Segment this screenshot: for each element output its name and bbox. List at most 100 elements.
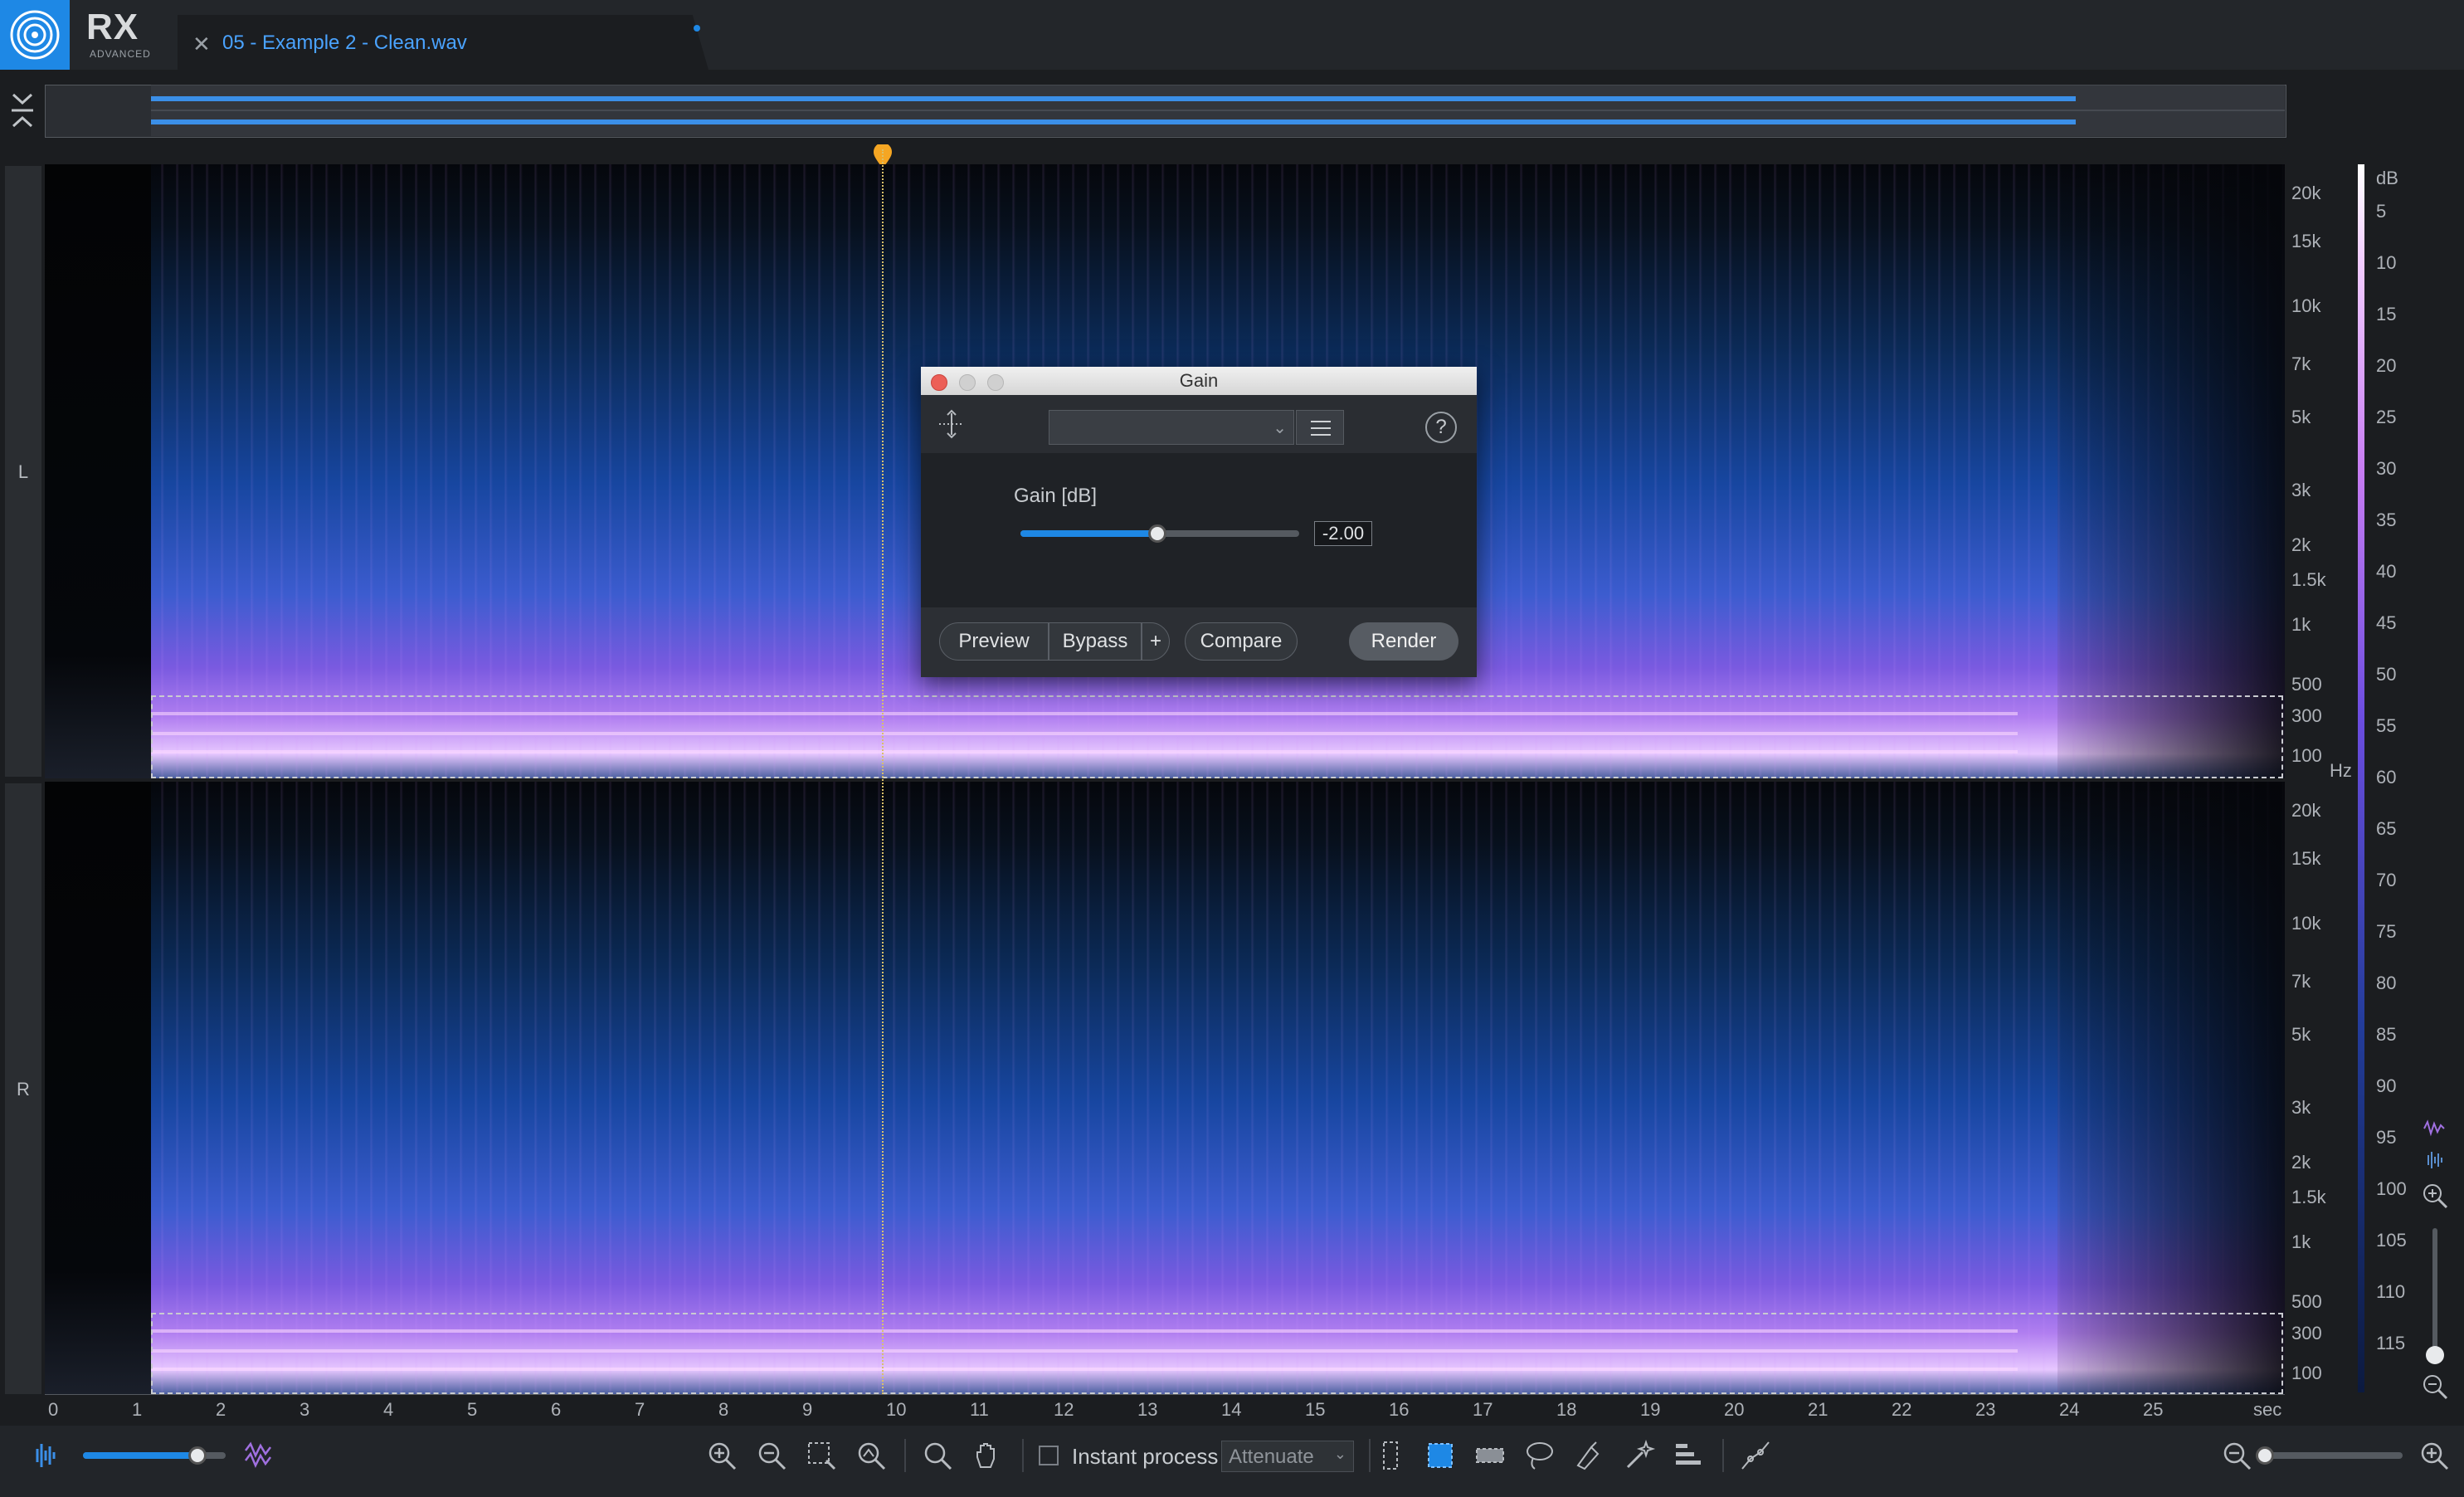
- zoom-fit-icon[interactable]: [855, 1439, 888, 1472]
- compare-button[interactable]: Compare: [1185, 622, 1298, 661]
- time-tick: 16: [1389, 1399, 1410, 1420]
- freq-tick: 15k: [2291, 848, 2321, 869]
- playhead-line[interactable]: [882, 149, 885, 1394]
- brush-icon[interactable]: [1573, 1439, 1606, 1472]
- time-tick: 2: [216, 1399, 226, 1420]
- waveform-opacity-icon[interactable]: [28, 1439, 61, 1472]
- db-tick: 20: [2376, 355, 2397, 376]
- toolbar-separator: [1022, 1439, 1024, 1472]
- spectrogram-right[interactable]: [45, 782, 2285, 1394]
- preset-select[interactable]: ⌄: [1049, 410, 1294, 445]
- db-tick: 55: [2376, 715, 2397, 736]
- gain-dialog: Gain ⌄ ? Gain [dB] -2.00 Preview Bypass …: [921, 367, 1477, 677]
- spectrogram-view-icon[interactable]: [2423, 1119, 2447, 1139]
- chevron-down-icon: ⌄: [1273, 419, 1287, 437]
- freq-tick: 15k: [2291, 231, 2321, 251]
- freq-tick: 7k: [2291, 354, 2311, 374]
- freq-tick: 100: [2291, 745, 2322, 766]
- time-tick: 12: [1054, 1399, 1074, 1420]
- freq-tick: 2k: [2291, 1152, 2311, 1173]
- freq-tick: 20k: [2291, 183, 2321, 203]
- toolbar-separator: [1369, 1439, 1371, 1472]
- magic-wand-icon[interactable]: [1623, 1439, 1656, 1472]
- zoom-tool-icon[interactable]: [921, 1439, 954, 1472]
- time-tick: 5: [467, 1399, 478, 1420]
- toolbar-separator: [904, 1439, 906, 1472]
- db-tick: 110: [2376, 1281, 2406, 1302]
- preview-button[interactable]: Preview: [939, 622, 1049, 661]
- hz-unit-label: Hz: [2330, 760, 2352, 781]
- horizontal-zoom-knob[interactable]: [2256, 1446, 2274, 1465]
- selection-box-right[interactable]: [151, 1313, 2283, 1394]
- freq-tick: 1k: [2291, 1231, 2311, 1252]
- render-button[interactable]: Render: [1349, 622, 1458, 661]
- blend-slider-fill: [83, 1452, 197, 1459]
- tab-title[interactable]: 05 - Example 2 - Clean.wav: [222, 32, 467, 55]
- spectrogram-opacity-icon[interactable]: [242, 1439, 275, 1472]
- silence-region-right: [45, 782, 151, 1394]
- time-tick: 0: [48, 1399, 59, 1420]
- rx-logo: [0, 0, 70, 70]
- gain-value-field[interactable]: -2.00: [1314, 521, 1372, 546]
- vertical-zoom-knob[interactable]: [2426, 1346, 2444, 1364]
- blend-slider-knob[interactable]: [188, 1446, 207, 1465]
- collapse-overview-icon[interactable]: [8, 88, 37, 133]
- freq-tick: 500: [2291, 1291, 2322, 1312]
- time-tick: 19: [1640, 1399, 1661, 1420]
- freq-tick: 100: [2291, 1363, 2322, 1383]
- gain-parameter-label: Gain [dB]: [1014, 485, 1098, 507]
- gain-curve-icon[interactable]: [1739, 1439, 1772, 1472]
- time-frequency-selection-icon[interactable]: [1424, 1439, 1457, 1472]
- db-tick: 45: [2376, 612, 2397, 633]
- harmonic-selection-icon[interactable]: [1673, 1439, 1706, 1472]
- freq-tick: 1.5k: [2291, 569, 2326, 590]
- horizontal-zoom-in-icon[interactable]: [2418, 1439, 2451, 1472]
- time-tick: 20: [1724, 1399, 1745, 1420]
- time-tick: 23: [1975, 1399, 1996, 1420]
- channel-label-left: L: [17, 461, 29, 482]
- preset-menu-button[interactable]: [1296, 410, 1344, 445]
- gain-slider-knob[interactable]: [1148, 524, 1166, 543]
- db-tick: 105: [2376, 1230, 2407, 1251]
- frequency-selection-icon[interactable]: [1473, 1439, 1507, 1472]
- instant-process-checkbox[interactable]: [1039, 1446, 1059, 1465]
- help-icon[interactable]: ?: [1425, 412, 1457, 443]
- instant-process-mode-select[interactable]: Attenuate ⌄: [1221, 1441, 1354, 1472]
- time-selection-icon[interactable]: [1374, 1439, 1407, 1472]
- decay-region-left: [2057, 164, 2285, 778]
- waveform-view-icon[interactable]: [2423, 1150, 2447, 1170]
- gain-dialog-title: Gain: [1179, 370, 1219, 391]
- horizontal-zoom-slider[interactable]: [2265, 1452, 2403, 1459]
- channel-strip-left[interactable]: L: [5, 166, 41, 777]
- vertical-zoom-slider[interactable]: [2432, 1228, 2437, 1361]
- selection-ruler[interactable]: [45, 149, 2285, 166]
- zoom-in-icon[interactable]: [705, 1439, 738, 1472]
- vertical-zoom-in-icon[interactable]: [2421, 1182, 2449, 1210]
- tab-close-icon[interactable]: ✕: [192, 32, 211, 57]
- time-unit-label: sec: [2253, 1399, 2282, 1420]
- db-tick: 75: [2376, 921, 2397, 942]
- db-tick: 90: [2376, 1075, 2397, 1096]
- zoom-selection-icon[interactable]: [805, 1439, 838, 1472]
- instant-process-label: Instant process: [1072, 1444, 1219, 1469]
- time-tick: 14: [1221, 1399, 1242, 1420]
- freq-tick: 3k: [2291, 480, 2311, 500]
- db-tick: 115: [2376, 1333, 2406, 1353]
- hamburger-menu-icon: [1311, 421, 1331, 436]
- bypass-button[interactable]: Bypass: [1049, 622, 1142, 661]
- time-tick: 15: [1305, 1399, 1326, 1420]
- lasso-icon[interactable]: [1523, 1439, 1556, 1472]
- db-tick: 35: [2376, 510, 2397, 530]
- zoom-out-icon[interactable]: [755, 1439, 788, 1472]
- channel-strip-right[interactable]: R: [5, 783, 41, 1394]
- vertical-zoom-out-icon[interactable]: [2421, 1373, 2449, 1401]
- silence-region-left: [45, 164, 151, 778]
- move-handle-icon[interactable]: [936, 408, 967, 440]
- time-tick: 11: [970, 1399, 989, 1420]
- freq-tick: 5k: [2291, 1024, 2311, 1045]
- selection-box-left[interactable]: [151, 695, 2283, 778]
- app-edition: ADVANCED: [90, 48, 151, 60]
- hand-tool-icon[interactable]: [971, 1439, 1004, 1472]
- horizontal-zoom-out-icon[interactable]: [2220, 1439, 2253, 1472]
- overview-waveform: [151, 96, 2285, 124]
